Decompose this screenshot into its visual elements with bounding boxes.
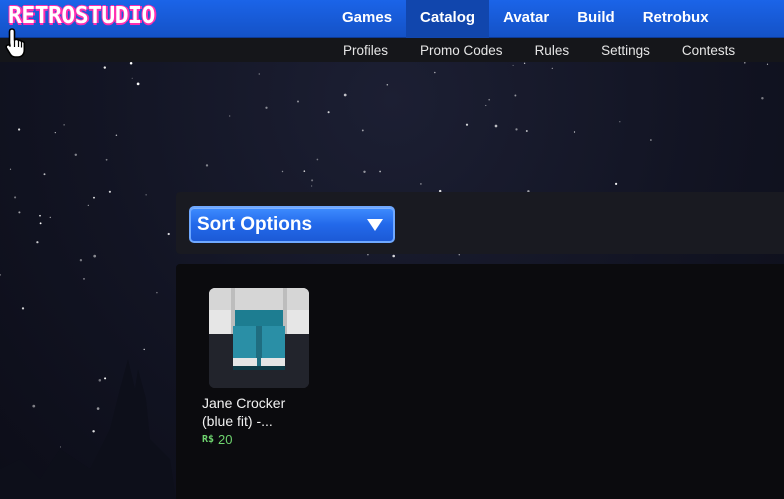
star [229,115,231,117]
star [14,196,17,199]
star [465,123,469,126]
star [311,179,314,182]
catalog-panel: Jane Crocker (blue fit) -... R$ 20 [176,264,784,499]
item-price: R$ 20 [202,432,312,447]
star [515,128,518,131]
star [615,182,618,185]
star [39,222,42,225]
star [367,253,369,256]
nav-games[interactable]: Games [328,0,406,38]
item-thumbnail[interactable] [209,288,309,388]
star [551,67,553,70]
star [650,139,652,141]
nav-retrobux[interactable]: Retrobux [629,0,723,38]
hand-pointer-cursor-icon [5,28,26,58]
star [21,307,25,310]
star [63,124,65,126]
star [129,62,133,65]
star [485,104,487,107]
star [303,170,306,172]
star [392,254,395,258]
catalog-item-card[interactable]: Jane Crocker (blue fit) -... R$ 20 [202,288,312,447]
sub-nav: Profiles Promo Codes Rules Settings Cont… [327,38,751,62]
retrobux-currency-icon: R$ [202,434,215,445]
star [281,170,284,173]
star [108,190,111,193]
retrostudio-logo[interactable]: RETROSTUDIO [8,3,155,29]
main-nav: Games Catalog Avatar Build Retrobux [328,0,723,38]
item-price-value: 20 [218,432,233,447]
star [494,124,498,128]
star [156,291,158,294]
star [17,128,21,131]
star [761,97,764,100]
star [258,73,260,75]
star [205,164,209,167]
subnav-contests[interactable]: Contests [666,38,751,62]
star [316,158,319,161]
star [420,183,422,185]
star [93,196,95,199]
star [0,273,2,276]
star [343,93,347,97]
star [379,170,381,173]
star [36,241,39,244]
star [167,232,170,236]
star [488,98,491,101]
triangle-down-icon [367,219,383,231]
star [523,62,526,64]
star [512,64,514,66]
star [18,211,21,214]
star [766,63,769,65]
star [131,77,133,79]
nav-catalog[interactable]: Catalog [406,0,490,38]
subnav-promo-codes[interactable]: Promo Codes [404,38,519,62]
star [363,170,366,173]
star [136,82,140,86]
star [87,204,89,206]
star [619,121,621,123]
star [74,153,78,157]
star [514,94,517,97]
star [93,254,97,258]
subnav-settings[interactable]: Settings [585,38,666,62]
nav-avatar[interactable]: Avatar [489,0,563,38]
star [434,71,436,74]
star [9,168,12,170]
pants-icon [209,288,309,388]
nav-build[interactable]: Build [563,0,629,38]
top-navbar: RETROSTUDIO Games Catalog Avatar Build R… [0,0,784,38]
star [573,131,576,133]
star [115,134,118,136]
star [145,194,147,196]
star [105,158,108,161]
sort-options-label: Sort Options [197,214,313,235]
star [103,66,106,69]
star [49,216,52,219]
subnav-rules[interactable]: Rules [519,38,586,62]
star [83,278,85,280]
subnav-profiles[interactable]: Profiles [327,38,404,62]
star [327,111,330,114]
star [311,185,313,187]
sort-options-dropdown[interactable]: Sort Options [189,206,395,243]
sort-panel: Sort Options [176,192,784,254]
star [297,100,299,103]
star [39,214,41,217]
star [43,173,46,176]
star [361,129,364,132]
star [386,83,389,86]
star [458,254,460,256]
sub-navbar: Profiles Promo Codes Rules Settings Cont… [0,38,784,62]
star [265,106,268,109]
star [525,130,528,132]
star [79,259,83,262]
star [744,62,746,64]
star [54,132,56,134]
item-name[interactable]: Jane Crocker (blue fit) -... [202,394,312,430]
